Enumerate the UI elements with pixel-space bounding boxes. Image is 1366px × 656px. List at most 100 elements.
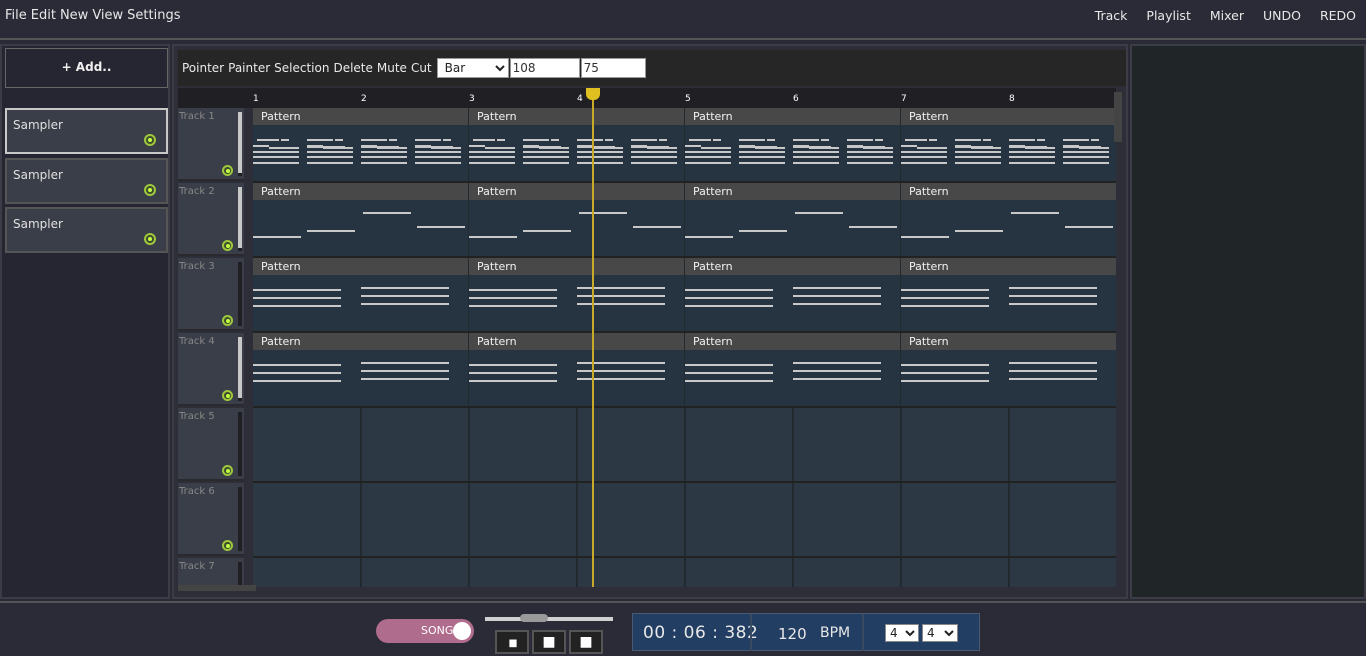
menu-view[interactable]: View — [92, 8, 123, 23]
pattern-clip[interactable]: Pattern — [253, 108, 515, 181]
menu-playlist[interactable]: Playlist — [1146, 8, 1190, 23]
pattern-clip[interactable]: Pattern — [469, 108, 731, 181]
track-volume-slider[interactable] — [238, 562, 242, 587]
snap-select[interactable]: Bar — [436, 58, 509, 78]
pause-button[interactable]: ▮▮ — [495, 630, 529, 654]
pattern-clip[interactable]: Pattern — [685, 333, 900, 406]
position-slider[interactable] — [485, 614, 613, 622]
note-bar — [1067, 139, 1089, 141]
note-bar — [685, 364, 773, 366]
sampler-power-led-icon[interactable] — [144, 134, 156, 146]
track-header[interactable]: Track 1 — [178, 108, 244, 181]
menu-file[interactable]: File — [5, 8, 27, 23]
note-bar — [1011, 212, 1059, 214]
track-volume-slider[interactable] — [238, 187, 242, 251]
track-lane[interactable]: Pattern Pattern Pattern Pattern — [253, 108, 1116, 183]
note-bar — [577, 362, 665, 364]
tool-painter[interactable]: Painter — [228, 61, 270, 75]
playhead-handle[interactable] — [586, 88, 600, 100]
vertical-scrollbar[interactable] — [1114, 92, 1122, 142]
note-bar — [685, 236, 733, 238]
menu-mixer[interactable]: Mixer — [1210, 8, 1244, 23]
song-mode-toggle[interactable]: SONG — [376, 619, 474, 643]
track-lane[interactable]: Pattern Pattern Pattern Pattern — [253, 183, 1116, 258]
ruler-bar-number: 8 — [1009, 94, 1015, 104]
pattern-clip[interactable]: Pattern — [253, 183, 468, 256]
track-lane[interactable] — [253, 558, 1116, 587]
track-mute-led-icon[interactable] — [222, 390, 233, 401]
sampler-power-led-icon[interactable] — [144, 184, 156, 196]
pattern-notes — [253, 200, 468, 256]
tool-selection[interactable]: Selection — [274, 61, 329, 75]
track-header[interactable]: Track 4 — [178, 333, 244, 406]
pattern-clip[interactable]: Pattern — [469, 333, 684, 406]
sampler-3[interactable]: Sampler — [5, 207, 168, 253]
pattern-clip[interactable]: Pattern — [901, 258, 1116, 331]
pattern-clip[interactable]: Pattern — [901, 333, 1116, 406]
menu-settings[interactable]: Settings — [127, 8, 180, 23]
sampler-1[interactable]: Sampler — [5, 108, 168, 154]
track-header[interactable]: Track 5 — [178, 408, 244, 481]
note-bar — [527, 139, 549, 141]
menu-track[interactable]: Track — [1095, 8, 1128, 23]
position-slider-thumb[interactable] — [520, 614, 548, 622]
track-volume-slider[interactable] — [238, 337, 242, 401]
sampler-power-led-icon[interactable] — [144, 233, 156, 245]
pattern-notes — [685, 125, 947, 181]
track-header[interactable]: Track 3 — [178, 258, 244, 331]
pattern-clip[interactable]: Pattern — [469, 258, 684, 331]
pattern-clip[interactable]: Pattern — [253, 333, 468, 406]
pattern-clip[interactable]: Pattern — [685, 258, 900, 331]
pattern-clip[interactable]: Pattern — [901, 183, 1116, 256]
track-volume-slider[interactable] — [238, 487, 242, 551]
add-instrument-button[interactable]: + Add.. — [5, 48, 168, 88]
pattern-clip[interactable]: Pattern — [901, 108, 1116, 181]
note-bar — [905, 139, 927, 141]
track-mute-led-icon[interactable] — [222, 465, 233, 476]
note-bar — [377, 147, 407, 149]
track-lane[interactable] — [253, 483, 1116, 558]
pattern-clip[interactable]: Pattern — [685, 108, 947, 181]
track-mute-led-icon[interactable] — [222, 240, 233, 251]
track-header[interactable]: Track 7 — [178, 558, 244, 587]
menu-new[interactable]: New — [60, 8, 88, 23]
stop-button[interactable]: ■ — [532, 630, 566, 654]
zoom-width-input[interactable] — [509, 58, 580, 78]
menu-edit[interactable]: Edit — [31, 8, 56, 23]
horizontal-scrollbar[interactable] — [178, 585, 256, 591]
track-volume-slider[interactable] — [238, 262, 242, 326]
track-lane[interactable]: Pattern Pattern Pattern Pattern — [253, 258, 1116, 333]
tool-mute[interactable]: Mute — [377, 61, 407, 75]
bpm-value[interactable]: 120 — [778, 625, 807, 643]
tool-delete[interactable]: Delete — [333, 61, 372, 75]
pattern-label: Pattern — [901, 333, 1116, 350]
timeline-ruler[interactable]: 1 2 3 4 5 6 7 8 — [178, 88, 1116, 108]
track-volume-slider[interactable] — [238, 412, 242, 476]
pattern-clip[interactable]: Pattern — [685, 183, 900, 256]
track-mute-led-icon[interactable] — [222, 165, 233, 176]
track-lane[interactable] — [253, 408, 1116, 483]
sampler-2[interactable]: Sampler — [5, 158, 168, 204]
record-button[interactable]: ■ — [569, 630, 603, 654]
track-volume-slider[interactable] — [238, 112, 242, 176]
zoom-height-input[interactable] — [580, 58, 646, 78]
pattern-clip[interactable]: Pattern — [469, 183, 684, 256]
pattern-clip[interactable]: Pattern — [253, 258, 468, 331]
playhead — [592, 88, 594, 587]
ruler-bar-number: 5 — [685, 94, 691, 104]
track-header[interactable]: Track 2 — [178, 183, 244, 256]
time-signature-numerator[interactable]: 4 — [885, 624, 919, 642]
ruler-bar-number: 6 — [793, 94, 799, 104]
redo-button[interactable]: REDO — [1320, 8, 1356, 23]
undo-button[interactable]: UNDO — [1263, 8, 1301, 23]
tool-cut[interactable]: Cut — [411, 61, 432, 75]
track-header[interactable]: Track 6 — [178, 483, 244, 556]
track-mute-led-icon[interactable] — [222, 540, 233, 551]
tool-pointer[interactable]: Pointer — [182, 61, 224, 75]
track-area: Track 1 Pattern Pattern Pattern Pattern Track… — [178, 108, 1116, 587]
track-mute-led-icon[interactable] — [222, 315, 233, 326]
note-bar — [1037, 139, 1045, 141]
track-lane[interactable]: Pattern Pattern Pattern Pattern — [253, 333, 1116, 408]
ruler-bar-number: 1 — [253, 94, 259, 104]
time-signature-denominator[interactable]: 4 — [922, 624, 958, 642]
